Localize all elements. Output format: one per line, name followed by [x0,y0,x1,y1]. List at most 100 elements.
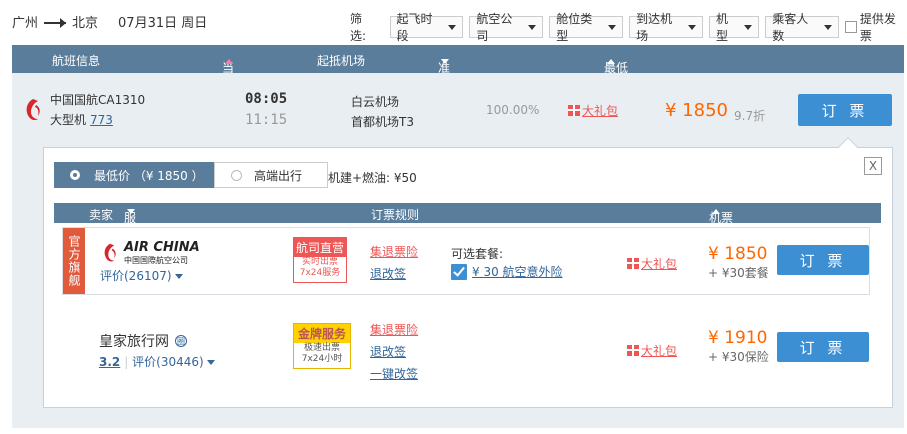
filter-arrival-airport[interactable]: 到达机场 [629,12,703,43]
refund-insurance-link[interactable]: 集退票险 [370,321,418,338]
badge-sub: 实时出票 [301,257,338,267]
seller-book-button[interactable]: 订 票 [777,245,869,275]
route-summary: 广州 北京 07月31日 周日 [12,12,207,31]
plane-model-link[interactable]: 773 [90,113,113,127]
invoice-checkbox-label: 提供发票 [859,12,896,43]
package-text: ¥ 30 航空意外险 [472,265,563,279]
plane-type-label: 大型机 [50,113,87,127]
seller-rating[interactable]: 评价(26107) [100,267,183,284]
book-button[interactable]: 订 票 [798,94,892,126]
seller-price: ¥ 1850 [708,244,768,264]
official-flagship-tag: 官方旗舰 [63,228,85,294]
air-china-wordmark: AIR CHINA 中国国際航空公司 [124,240,200,266]
filter-plane-type-label: 机型 [715,12,728,43]
radio-selected-icon [70,170,80,180]
change-refund-link[interactable]: 退改签 [370,265,406,282]
gift-icon [568,105,580,116]
package-option[interactable]: ¥ 30 航空意外险 [451,263,563,280]
filter-cabin-label: 舱位类型 [556,12,593,43]
filter-airline[interactable]: 航空公司 [469,12,544,43]
chevron-down-icon [206,360,215,365]
destination-city: 北京 [72,16,99,31]
discount: 9.7折 [734,109,766,123]
seller-rating-label: 评价(26107) [100,269,172,283]
seller-col: 卖家 [89,208,114,222]
badge-sub: 极速出票 [303,343,340,353]
invoice-checkbox[interactable]: 提供发票 [845,10,907,44]
seller-name-label: 皇家旅行网 [99,334,169,350]
filter-departure-time[interactable]: 起飞时段 [389,12,464,43]
seller-name: 皇家旅行网 圈 [99,331,187,351]
checkbox-checked-icon[interactable] [451,263,467,280]
filter-passengers-label: 乘客人数 [772,12,809,43]
seller-price: ¥ 1910 [708,328,768,348]
divider: | [124,355,129,369]
air-china-cn-text: 中国国際航空公司 [124,256,188,265]
seller-rating[interactable]: 3.2 | 评价(30446) [99,353,215,370]
gift-package-link[interactable]: 大礼包 [568,102,618,119]
sort-down-icon [441,59,449,64]
sort-down-icon [127,209,135,214]
gift-package-link[interactable]: 大礼包 [627,342,677,359]
seller-price-extra: + ¥30保险 [708,350,769,364]
flight-airline-number: 中国国航CA1310 [50,93,146,107]
close-icon[interactable]: X [864,157,882,175]
chevron-down-icon [608,24,617,30]
filter-passengers[interactable]: 乘客人数 [765,12,840,43]
route-arrow-icon [44,17,67,28]
lowest-price: ¥ 1850 [665,100,728,121]
filter-bar: 筛选: 起飞时段 航空公司 舱位类型 到达机场 机型 乘客人数 提供发票 [350,10,907,44]
gift-icon [627,345,639,356]
filter-plane-type[interactable]: 机型 [708,12,760,43]
filter-cabin[interactable]: 舱位类型 [549,12,624,43]
one-click-change-link[interactable]: 一键改签 [370,365,418,382]
results-header: 航班信息 当地起降时间 起抵机场 准点率 最低价格（不含税费） [12,45,904,160]
chevron-down-icon [174,274,183,279]
radio-unselected-icon [231,169,242,181]
origin-city: 广州 [12,16,39,31]
tab-premium[interactable]: 高端出行 [214,162,328,188]
tab-lowest-price[interactable]: 最低价 （¥ 1850 ） [54,162,215,188]
gift-icon [627,258,639,269]
sort-up-icon [712,209,720,214]
header-airport: 起抵机场 [317,54,366,68]
departure-time: 08:05 [245,91,288,107]
air-china-text: AIR CHINA [124,240,200,255]
gift-label: 大礼包 [641,257,678,271]
fuel-tax: 机建+燃油: ¥50 [328,171,417,185]
seller-price-extra: + ¥30套餐 [708,266,769,280]
checkbox-icon[interactable] [845,21,857,33]
air-china-brand: AIR CHINA 中国国際航空公司 [100,240,200,266]
airline-direct-badge: 航司直营 实时出票 7x24服务 [293,237,347,283]
certified-icon: 圈 [175,335,187,347]
seller-header: 卖家 服务评分 订票规则 机票价格（不含税费） [54,203,881,293]
departure-airport: 白云机场 [351,95,400,109]
sort-up-icon [225,59,233,64]
change-refund-link[interactable]: 退改签 [370,343,406,360]
sort-up-icon [607,59,615,64]
plane-type: 大型机 773 [50,111,113,128]
ontime-rate: 100.00% [486,103,540,117]
chevron-down-icon [687,24,696,30]
chevron-down-icon [528,24,537,30]
badge-sub: 7x24小时 [301,354,343,364]
filter-label: 筛选: [350,12,367,43]
chevron-down-icon [448,24,457,30]
seller-score: 3.2 [99,355,121,369]
filter-airline-label: 航空公司 [476,12,513,43]
seller-book-button[interactable]: 订 票 [777,332,869,362]
filter-arrival-airport-label: 到达机场 [636,12,673,43]
chevron-down-icon [744,24,753,30]
air-china-logo-icon [104,243,116,262]
travel-date: 07月31日 周日 [118,16,208,31]
arrival-time: 11:15 [245,112,288,128]
header-flight-info: 航班信息 [52,54,101,68]
tab-lowest-price-label: 最低价 （¥ 1850 ） [94,168,204,183]
package-title: 可选套餐: [451,247,504,261]
gift-label: 大礼包 [582,104,619,118]
gift-package-link[interactable]: 大礼包 [627,255,677,272]
refund-insurance-link[interactable]: 集退票险 [370,243,418,260]
arrival-airport: 首都机场T3 [351,115,414,129]
chevron-down-icon [824,24,833,30]
badge-title: 金牌服务 [294,324,350,343]
